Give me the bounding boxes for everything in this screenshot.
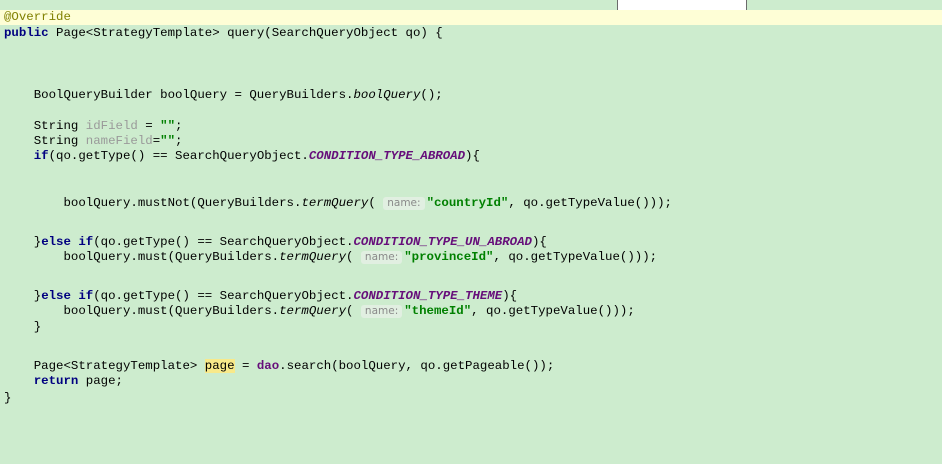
keyword-public: public [4, 26, 49, 40]
const-abroad: CONDITION_TYPE_ABROAD [308, 149, 466, 163]
method-boolquery: boolQuery [353, 88, 421, 102]
code-text: } [4, 235, 42, 249]
code-text: ; [175, 119, 183, 133]
top-strip [0, 0, 942, 10]
field-dao: dao [256, 359, 280, 373]
var-namefield: nameField [85, 134, 153, 148]
code-line-5: BoolQueryBuilder boolQuery = QueryBuilde… [4, 88, 443, 103]
string-literal: "themeId" [404, 304, 472, 318]
code-text: ){ [465, 149, 480, 163]
code-line-9: if(qo.getType() == SearchQueryObject.CON… [4, 149, 480, 164]
code-line-21: return page; [4, 374, 123, 389]
const-un-abroad: CONDITION_TYPE_UN_ABROAD [353, 235, 532, 249]
code-text: } [4, 289, 42, 303]
string-literal: "countryId" [426, 196, 509, 210]
code-line-16: }else if(qo.getType() == SearchQueryObje… [4, 289, 517, 304]
keyword-return: return [33, 374, 79, 388]
code-text: .search(boolQuery, qo.getPageable()); [279, 359, 555, 373]
keyword-if: if [78, 235, 94, 249]
code-line-13: }else if(qo.getType() == SearchQueryObje… [4, 235, 547, 250]
closing-brace: } [4, 320, 42, 334]
code-text: (qo.getType() == SearchQueryObject. [93, 235, 354, 249]
code-text: (qo.getType() == SearchQueryObject. [48, 149, 309, 163]
keyword-if: if [33, 149, 49, 163]
keyword-else: else [41, 289, 71, 303]
code-text: ; [175, 134, 183, 148]
code-text: (qo.getType() == SearchQueryObject. [93, 289, 354, 303]
code-text: boolQuery.must(QueryBuilders. [4, 250, 280, 264]
code-text: boolQuery.mustNot(QueryBuilders. [4, 196, 302, 210]
code-text: (); [420, 88, 443, 102]
param-hint-name: name: [360, 305, 403, 318]
var-idfield: idField [85, 119, 138, 133]
code-text: String [4, 134, 86, 148]
code-line-8: String nameField=""; [4, 134, 183, 149]
code-text: = [234, 359, 257, 373]
code-text: page; [78, 374, 123, 388]
code-line-20: Page<StrategyTemplate> page = dao.search… [4, 359, 554, 374]
closing-brace: } [4, 391, 12, 405]
code-line-1: @Override [0, 10, 942, 25]
method-termquery: termQuery [301, 196, 369, 210]
param-hint-name: name: [360, 251, 403, 264]
code-text: ( [346, 250, 361, 264]
code-text: , qo.getTypeValue())); [508, 196, 672, 210]
code-text: Page<StrategyTemplate> [4, 359, 205, 373]
code-text: String [4, 119, 86, 133]
method-termquery: termQuery [279, 304, 347, 318]
code-text: ( [368, 196, 384, 210]
code-line-11: boolQuery.mustNot(QueryBuilders.termQuer… [4, 196, 672, 211]
code-line-2: public Page<StrategyTemplate> query(Sear… [4, 26, 443, 41]
code-line-14: boolQuery.must(QueryBuilders.termQuery( … [4, 250, 657, 265]
code-line-7: String idField = ""; [4, 119, 183, 134]
code-text: ){ [531, 235, 547, 249]
code-line-17: boolQuery.must(QueryBuilders.termQuery( … [4, 304, 635, 319]
method-termquery: termQuery [279, 250, 347, 264]
annotation-override: @Override [4, 10, 71, 24]
keyword-if: if [78, 289, 94, 303]
param-hint-name: name: [383, 197, 425, 210]
string-literal: "" [160, 119, 176, 133]
code-line-18: } [4, 320, 41, 335]
method-signature: Page<StrategyTemplate> query(SearchQuery… [48, 26, 443, 40]
code-text: , qo.getTypeValue())); [471, 304, 635, 318]
keyword-else: else [41, 235, 71, 249]
string-literal: "provinceId" [404, 250, 494, 264]
code-text: BoolQueryBuilder boolQuery = QueryBuilde… [4, 88, 354, 102]
code-text: = [137, 119, 161, 133]
code-line-22: } [4, 391, 11, 406]
string-literal: "" [160, 134, 176, 148]
code-text: ){ [502, 289, 518, 303]
var-page-highlight: page [204, 359, 235, 373]
code-text: , qo.getTypeValue())); [493, 250, 658, 264]
const-theme: CONDITION_TYPE_THEME [353, 289, 503, 303]
code-text: boolQuery.must(QueryBuilders. [4, 304, 280, 318]
code-text: ( [346, 304, 361, 318]
